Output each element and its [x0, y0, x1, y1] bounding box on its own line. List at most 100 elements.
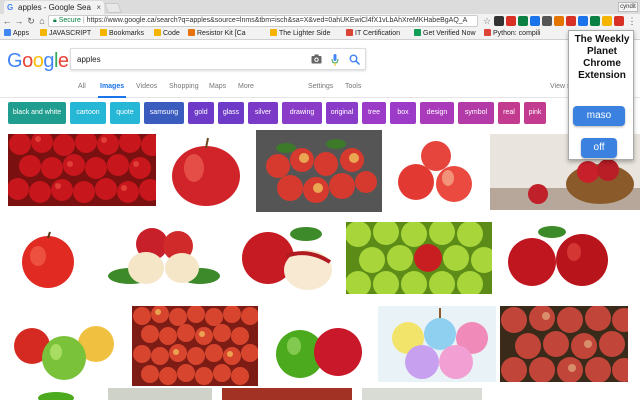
image-result[interactable] — [392, 134, 482, 210]
image-result[interactable] — [8, 134, 156, 206]
bookmark-item[interactable]: Bookmarks — [100, 28, 144, 40]
image-result[interactable] — [168, 134, 244, 210]
favicon-icon — [188, 29, 195, 36]
suggestion-chip[interactable]: samsung — [144, 102, 184, 124]
suggestion-chip[interactable]: design — [420, 102, 454, 124]
image-result[interactable] — [28, 390, 84, 400]
tab-videos[interactable]: Videos — [136, 80, 157, 94]
image-result[interactable] — [222, 388, 352, 400]
extension-icon[interactable] — [602, 16, 612, 26]
search-input[interactable] — [77, 53, 297, 66]
menu-icon[interactable]: ⋮ — [627, 14, 637, 28]
lock-icon: 🔒︎ — [53, 17, 57, 24]
image-result[interactable] — [108, 388, 212, 400]
image-result[interactable] — [500, 306, 628, 382]
suggestion-chip[interactable]: real — [498, 102, 520, 124]
suggestion-chip[interactable]: box — [390, 102, 416, 124]
extension-icon[interactable] — [542, 16, 552, 26]
image-result[interactable] — [102, 222, 220, 292]
image-result[interactable] — [256, 130, 382, 212]
bookmarks-bar: Apps JAVASCRIPT Bookmarks Code Resistor … — [0, 28, 640, 40]
suggestion-chip[interactable]: cartoon — [70, 102, 106, 124]
url-text: https://www.google.ca/search?q=apples&so… — [86, 17, 468, 24]
folder-icon — [100, 29, 107, 36]
bookmark-item[interactable]: Apps — [4, 28, 29, 40]
suggestion-chips: black and white cartoon quote samsung gold gl… — [0, 100, 640, 126]
extension-icon[interactable] — [518, 16, 528, 26]
suggestion-chip[interactable]: quote — [110, 102, 140, 124]
image-result[interactable] — [8, 314, 124, 382]
bookmark-item[interactable]: Resistor Kit [Ca — [188, 28, 246, 40]
image-result[interactable] — [18, 230, 78, 290]
bookmark-item[interactable]: Code — [154, 28, 180, 40]
profile-button[interactable]: cyndit — [618, 2, 638, 12]
suggestion-chip[interactable]: glass — [218, 102, 244, 124]
folder-icon — [154, 29, 161, 36]
image-result[interactable] — [346, 222, 492, 294]
suggestion-chip[interactable]: drawing — [282, 102, 322, 124]
extension-icon[interactable] — [590, 16, 600, 26]
tab-all[interactable]: All — [78, 80, 86, 94]
search-box — [70, 48, 366, 70]
tab-close-icon[interactable]: × — [96, 1, 101, 14]
image-result[interactable] — [362, 388, 482, 400]
tab-title: apples - Google Sea — [18, 3, 91, 12]
extension-icon[interactable] — [578, 16, 588, 26]
image-result[interactable] — [236, 222, 336, 294]
tab-shopping[interactable]: Shopping — [169, 80, 199, 94]
image-result[interactable] — [132, 306, 258, 386]
extension-popup: The Weekly Planet Chrome Extension maso … — [568, 30, 634, 160]
extension-icon[interactable] — [494, 16, 504, 26]
favicon-icon — [346, 29, 353, 36]
suggestion-chip[interactable]: gold — [188, 102, 214, 124]
extension-icon[interactable] — [506, 16, 516, 26]
star-icon[interactable]: ☆ — [482, 14, 492, 28]
google-header: Google All Images Videos Shopping Maps M… — [0, 40, 640, 98]
bookmark-item[interactable]: JAVASCRIPT — [40, 28, 91, 40]
folder-icon — [270, 29, 277, 36]
off-button[interactable]: off — [581, 138, 617, 158]
bookmark-item[interactable]: Python: compili — [484, 28, 540, 40]
tab-images[interactable]: Images — [97, 80, 127, 98]
browser-tab[interactable]: G apples - Google Sea × — [4, 1, 104, 14]
search-icon[interactable] — [349, 54, 361, 69]
extension-icon[interactable] — [554, 16, 564, 26]
youtube-icon — [484, 29, 491, 36]
tab-tools[interactable]: Tools — [345, 80, 361, 94]
camera-icon[interactable] — [311, 54, 322, 68]
reload-icon[interactable]: ↻ — [26, 14, 36, 28]
browser-tab-bar: G apples - Google Sea × cyndit — [0, 0, 640, 14]
suggestion-chip[interactable]: silver — [248, 102, 278, 124]
extension-icon[interactable] — [566, 16, 576, 26]
tab-maps[interactable]: Maps — [209, 80, 226, 94]
address-bar[interactable]: 🔒︎ Secure | https://www.google.ca/search… — [48, 15, 478, 27]
image-result[interactable] — [502, 222, 622, 294]
image-result[interactable] — [378, 306, 496, 382]
new-tab-button[interactable] — [104, 3, 122, 13]
extension-icon[interactable] — [530, 16, 540, 26]
bookmark-item[interactable]: Get Verified Now — [414, 28, 476, 40]
suggestion-chip[interactable]: pink — [524, 102, 546, 124]
bookmark-item[interactable]: The Lighter Side — [270, 28, 330, 40]
apps-icon — [4, 29, 11, 36]
browser-toolbar: ← → ↻ ⌂ 🔒︎ Secure | https://www.google.c… — [0, 14, 640, 28]
image-results-grid — [0, 130, 640, 400]
suggestion-chip[interactable]: black and white — [8, 102, 66, 124]
suggestion-chip[interactable]: original — [326, 102, 358, 124]
forward-icon[interactable]: → — [14, 14, 24, 28]
google-favicon-icon: G — [7, 3, 14, 12]
tab-more[interactable]: More — [238, 80, 254, 94]
mic-icon[interactable] — [331, 54, 339, 70]
secure-label: Secure — [58, 17, 81, 24]
bookmark-item[interactable]: IT Certification — [346, 28, 400, 40]
maso-button[interactable]: maso — [573, 106, 625, 126]
image-result[interactable] — [270, 316, 368, 382]
suggestion-chip[interactable]: tree — [362, 102, 386, 124]
suggestion-chip[interactable]: symbol — [458, 102, 494, 124]
home-icon[interactable]: ⌂ — [37, 14, 47, 28]
extension-icon[interactable] — [614, 16, 624, 26]
back-icon[interactable]: ← — [2, 14, 12, 28]
folder-icon — [40, 29, 47, 36]
tab-settings[interactable]: Settings — [308, 80, 333, 94]
google-logo[interactable]: Google — [7, 50, 69, 73]
